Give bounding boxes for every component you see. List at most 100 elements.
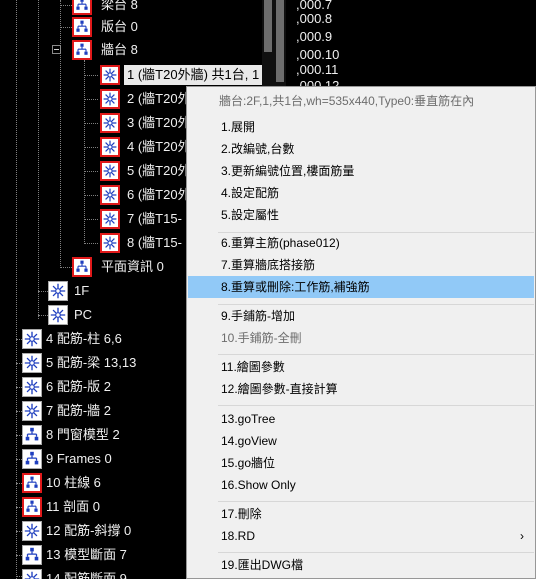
menu-item-update-position[interactable]: 3.更新編號位置,樓面筋量 [188,160,534,182]
menu-item-label: 5.設定屬性 [221,208,280,222]
chevron-right-icon: › [520,529,524,543]
snowflake-gear-icon [100,161,120,181]
tree-guide-line [60,5,72,6]
snowflake-gear-icon [48,281,68,301]
snowflake-gear-icon [100,89,120,109]
tree-guide-line [38,315,48,316]
menu-item-delete[interactable]: 17.刪除 [188,503,534,525]
menu-item-label: 14.goView [221,434,277,448]
tree-node-label: 5 配筋-梁 13,13 [46,355,137,370]
tree-node-label: PC [74,307,93,322]
snowflake-gear-icon [22,521,42,541]
menu-item-label: 15.go牆位 [221,456,276,470]
tree-guide-line [38,291,48,292]
menu-item-go-view[interactable]: 14.goView [188,430,534,452]
context-menu[interactable]: 牆台:2F,1,共1台,wh=535x440,Type0:垂直筋在內 1.展開 … [186,86,536,579]
menu-item-label: 19.匯出DWG檔 [221,558,304,572]
menu-item-label: 16.Show Only [221,478,296,492]
tree-guide-line [84,123,98,124]
collapse-toggle[interactable] [52,45,61,54]
menu-item-label: 12.繪圖參數-直接計算 [221,382,338,396]
snowflake-gear-icon [100,65,120,85]
tree-node-label: 7 配筋-牆 2 [46,403,112,418]
tree-node-label: 8 門窗模型 2 [46,427,120,442]
menu-item-recalc-or-delete[interactable]: 8.重算或刪除:工作筋,補強筋 [188,276,534,298]
menu-item-label: 4.設定配筋 [221,186,280,200]
menu-item-label: 3.更新編號位置,樓面筋量 [221,164,355,178]
tree-guide-line [84,171,98,172]
tree-node-label: 6 (牆T20外 [127,187,191,202]
tree-guide-line [84,243,98,244]
tree-guide-line [60,27,72,28]
tree-guide-line [60,267,72,268]
tree-node-label: 4 配筋-柱 6,6 [46,331,122,346]
menu-item-recalc-lap[interactable]: 7.重算牆底搭接筋 [188,254,534,276]
hierarchy-icon [22,497,42,517]
menu-item-rename[interactable]: 2.改編號,台數 [188,138,534,160]
menu-item-set-properties[interactable]: 5.設定屬性 [188,204,534,226]
menu-item-label: 6.重算主筋(phase012) [221,236,340,250]
tree-node-label: 10 柱線 6 [46,475,101,490]
tree-guide-line [84,99,98,100]
tree-node-label: 3 (牆T20外 [127,115,191,130]
tree-guide-line [84,75,98,76]
snowflake-gear-icon [100,137,120,157]
snowflake-gear-icon [22,569,42,579]
tree-node-label: 2 (牆T20外 [127,91,191,106]
tree-node-label: 牆台 8 [101,42,138,57]
value-list[interactable]: ,000.7 ,000.8 ,000.9 ,000.10 ,000.11 ,00… [286,0,536,90]
tree-guide-line [84,147,98,148]
tree-guide-line [38,0,39,319]
snowflake-gear-icon [100,113,120,133]
menu-item-recalc-main[interactable]: 6.重算主筋(phase012) [188,232,534,254]
hierarchy-icon [72,257,92,277]
menu-item-manual-add[interactable]: 9.手鋪筋-增加 [188,305,534,327]
tree-node-label: 13 模型斷面 7 [46,547,127,562]
menu-item-draw-params[interactable]: 11.繪圖參數 [188,356,534,378]
menu-item-label: 13.goTree [221,412,276,426]
menu-item-label: 8.重算或刪除:工作筋,補強筋 [221,280,370,294]
tree-node-label: 7 (牆T15- [127,211,182,226]
tree-node-label: 12 配筋-斜撐 0 [46,523,132,538]
snowflake-gear-icon [22,377,42,397]
tree-node-label: 梁台 8 [101,0,138,12]
menu-separator [218,405,534,406]
menu-item-label: 11.繪圖參數 [221,360,285,374]
tree-node-label: 1F [74,283,90,298]
tree-guide-line [60,0,61,268]
menu-item-go-wall[interactable]: 15.go牆位 [188,452,534,474]
menu-item-draw-params-direct[interactable]: 12.繪圖參數-直接計算 [188,378,534,400]
scrollbar-thumb[interactable] [276,0,284,82]
tree-node-label: 版台 0 [101,19,138,34]
tree-node-label: 平面資訊 0 [101,259,164,274]
list-item[interactable]: ,000.8 [296,9,332,29]
snowflake-gear-icon [100,185,120,205]
tree-node-label: 1 (牆T20外牆) 共1台, 1 [124,65,263,85]
menu-item-manual-delete-all[interactable]: 10.手鋪筋-全刪 [188,327,534,349]
hierarchy-icon [72,17,92,37]
tree-node-label: 14 配筋斷面 9 [46,571,127,579]
menu-item-rd[interactable]: 18.RD › [188,525,534,547]
tree-node-label: 5 (牆T20外 [127,163,191,178]
list-item[interactable]: ,000.9 [296,27,332,47]
hierarchy-icon [22,545,42,565]
tree-node-label: 9 Frames 0 [46,451,112,466]
menu-item-show-only[interactable]: 16.Show Only [188,474,534,496]
menu-item-set-rebar[interactable]: 4.設定配筋 [188,182,534,204]
menu-item-label: 2.改編號,台數 [221,142,295,156]
menu-item-expand[interactable]: 1.展開 [188,116,534,138]
menu-item-label: 9.手鋪筋-增加 [221,309,296,323]
tree-guide-line [16,0,17,579]
snowflake-gear-icon [22,329,42,349]
menu-item-go-tree[interactable]: 13.goTree [188,408,534,430]
snowflake-gear-icon [100,209,120,229]
hierarchy-icon [72,40,92,60]
hierarchy-icon [22,473,42,493]
hierarchy-icon [72,0,92,15]
tree-node-label: 4 (牆T20外 [127,139,191,154]
tree-guide-line [84,195,98,196]
snowflake-gear-icon [22,353,42,373]
scrollbar-thumb[interactable] [264,0,272,52]
menu-item-export-dwg[interactable]: 19.匯出DWG檔 [188,554,534,576]
tree-node-label: 6 配筋-版 2 [46,379,112,394]
